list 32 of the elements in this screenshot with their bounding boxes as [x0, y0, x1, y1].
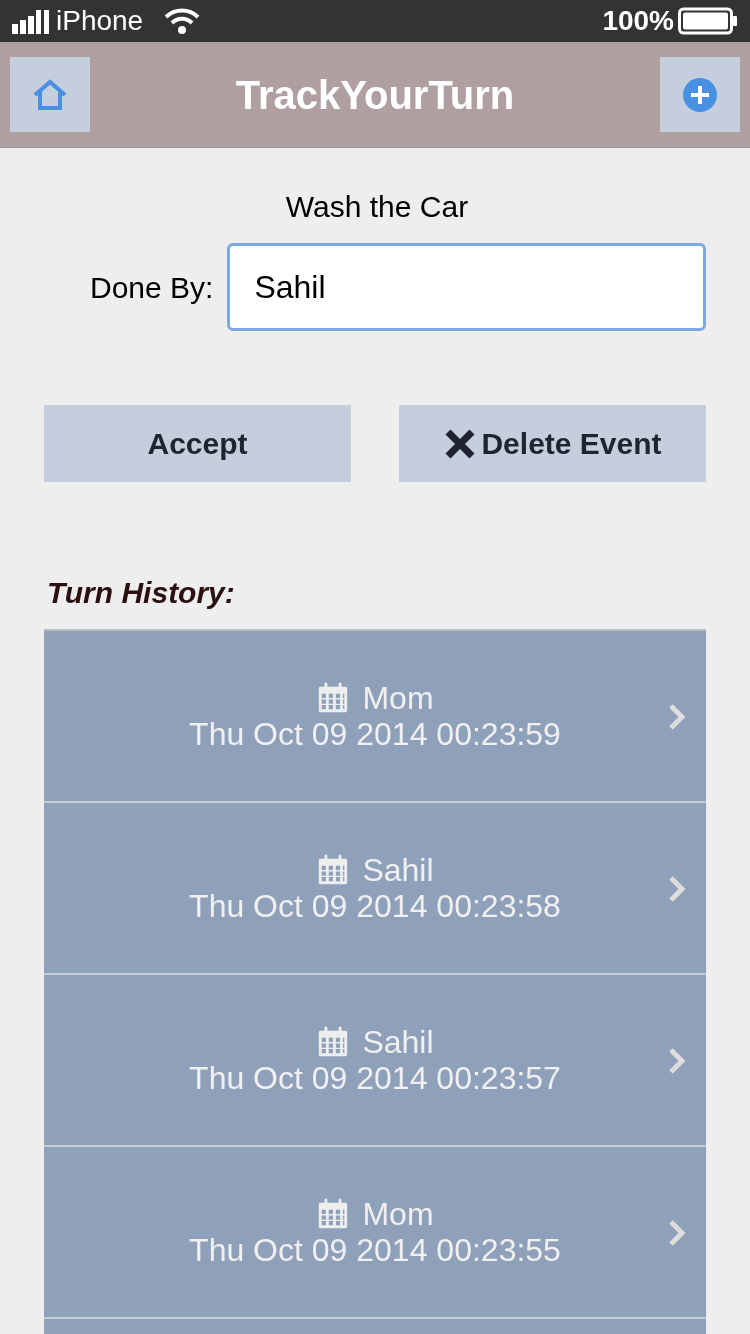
- history-item[interactable]: Sahil Thu Oct 09 2014 00:23:57: [44, 975, 706, 1147]
- signal-icon: [12, 8, 52, 34]
- history-item[interactable]: Sahil Thu Oct 09 2014 00:23:58: [44, 803, 706, 975]
- history-item[interactable]: Mom Thu Oct 09 2014 00:23:55: [44, 1147, 706, 1319]
- history-item[interactable]: Mom Thu Oct 09 2014 00:23:59: [44, 631, 706, 803]
- battery-icon: [678, 7, 738, 35]
- turn-date: Thu Oct 09 2014 00:23:57: [189, 1060, 561, 1096]
- turn-date: Thu Oct 09 2014 00:23:55: [189, 1232, 561, 1268]
- battery-percent: 100%: [602, 4, 674, 38]
- chevron-right-icon: [668, 703, 686, 731]
- home-button[interactable]: [10, 57, 90, 132]
- task-title: Wash the Car: [284, 189, 470, 225]
- person-name: Sahil: [362, 852, 434, 888]
- chevron-right-icon: [668, 1047, 686, 1075]
- person-name: Sahil: [362, 1024, 434, 1060]
- add-icon: [683, 77, 717, 112]
- accept-button[interactable]: Accept: [44, 405, 351, 482]
- home-icon: [32, 78, 68, 111]
- person-name: Mom: [362, 680, 434, 716]
- chevron-right-icon: [668, 875, 686, 903]
- turn-date: Thu Oct 09 2014 00:23:59: [189, 716, 561, 752]
- person-name: Mom: [362, 1196, 434, 1232]
- done-by-field[interactable]: Sahil: [227, 243, 706, 331]
- delete-event-button[interactable]: Delete Event: [399, 405, 706, 482]
- turn-date: Thu Oct 09 2014 00:23:58: [189, 888, 561, 924]
- chevron-right-icon: [668, 1219, 686, 1247]
- carrier-name: iPhone: [56, 4, 144, 38]
- app-title: TrackYourTurn: [235, 71, 515, 119]
- history-title: Turn History:: [46, 575, 236, 611]
- wifi-icon: [163, 7, 202, 35]
- done-by-label: Done By:: [90, 269, 214, 306]
- add-button[interactable]: [660, 57, 740, 132]
